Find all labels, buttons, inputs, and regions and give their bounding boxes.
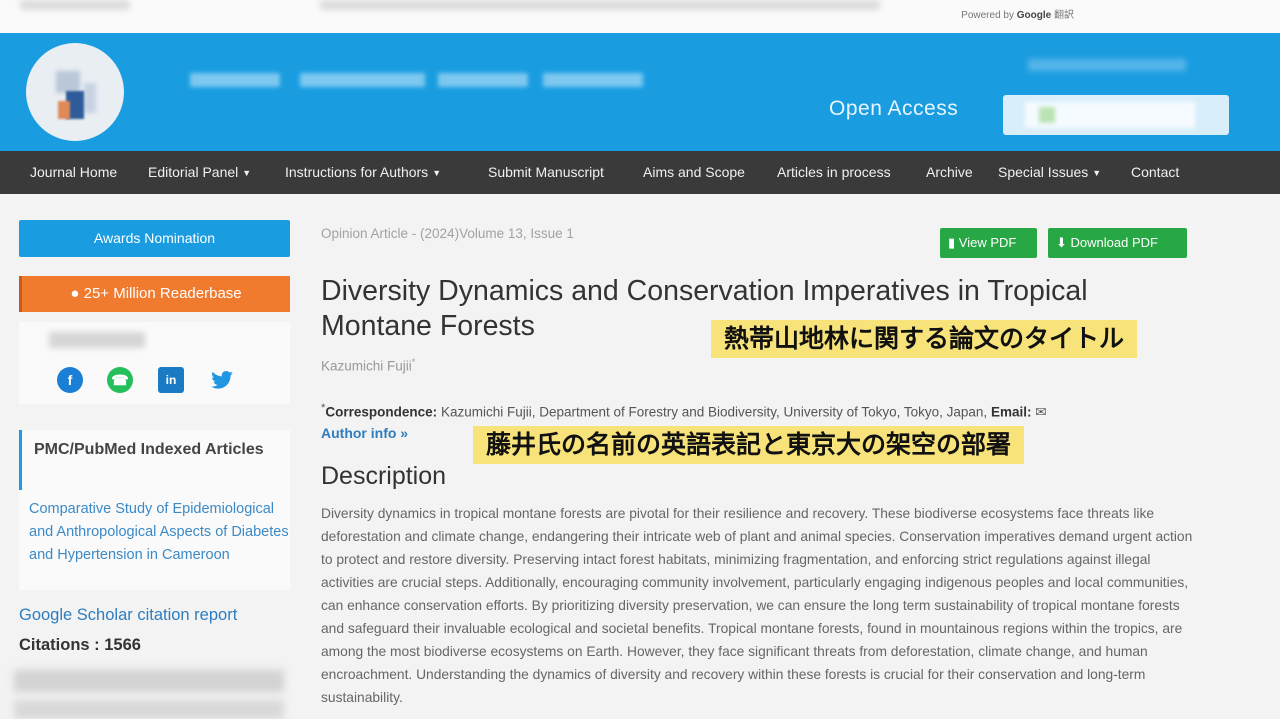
twitter-icon[interactable] — [209, 367, 235, 393]
caption-author-overlay: 藤井氏の名前の英語表記と東京大の架空の部署 — [473, 426, 1025, 464]
blurred-header-text — [1028, 59, 1186, 71]
nav-articles-in-process[interactable]: Articles in process — [777, 164, 891, 180]
caption-title-overlay: 熱帯山地林に関する論文のタイトル — [711, 320, 1138, 358]
users-icon: ● — [70, 285, 80, 302]
correspondence: *Correspondence: Kazumichi Fujii, Depart… — [321, 402, 1047, 420]
nav-aims-and-scope[interactable]: Aims and Scope — [643, 164, 745, 180]
nav-journal-home[interactable]: Journal Home — [30, 164, 117, 180]
blurred-sidebar-content — [14, 700, 284, 719]
google-translate-credit[interactable]: Powered by Google 翻訳 — [961, 6, 1074, 21]
citations-count: Citations : 1566 — [19, 636, 141, 654]
header-widget[interactable] — [1003, 95, 1229, 135]
blurred-journal-title — [543, 73, 643, 87]
caret-down-icon: ▼ — [242, 168, 252, 178]
google-scholar-link[interactable]: Google Scholar citation report — [19, 606, 237, 625]
nav-special-issues[interactable]: Special Issues ▼ — [998, 164, 1101, 180]
envelope-icon[interactable]: ✉ — [1035, 405, 1046, 420]
pmc-indexed-card: PMC/PubMed Indexed Articles Comparative … — [19, 430, 290, 590]
caret-down-icon: ▼ — [432, 168, 442, 178]
author-info-link[interactable]: Author info » — [321, 425, 408, 441]
file-icon: ▮ — [948, 235, 956, 250]
view-pdf-button[interactable]: ▮ View PDF — [940, 228, 1037, 258]
awards-nomination-button[interactable]: Awards Nomination — [19, 220, 290, 257]
download-icon: ⬇ — [1056, 235, 1067, 250]
article-meta: Opinion Article - (2024)Volume 13, Issue… — [321, 226, 574, 241]
pmc-article-link[interactable]: Comparative Study of Epidemiological and… — [29, 498, 291, 567]
blurred-sidebar-content — [14, 670, 284, 692]
nav-editorial-panel[interactable]: Editorial Panel ▼ — [148, 164, 251, 180]
download-pdf-button[interactable]: ⬇ Download PDF — [1048, 228, 1187, 258]
whatsapp-icon[interactable]: ☎ — [107, 367, 133, 393]
facebook-icon[interactable]: f — [57, 367, 83, 393]
blurred-top-text — [320, 0, 880, 10]
social-share-card: f ☎ in — [19, 322, 290, 404]
caret-down-icon: ▼ — [1092, 168, 1102, 178]
blurred-journal-title — [190, 73, 280, 87]
description-heading: Description — [321, 462, 447, 490]
top-strip: Powered by Google 翻訳 — [0, 0, 1280, 33]
linkedin-icon[interactable]: in — [158, 367, 184, 393]
readerbase-button[interactable]: ● 25+ Million Readerbase — [19, 276, 290, 312]
open-access-label: Open Access — [829, 97, 959, 120]
author-name[interactable]: Kazumichi Fujii* — [321, 357, 415, 374]
description-text: Diversity dynamics in tropical montane f… — [321, 506, 1193, 705]
pmc-title: PMC/PubMed Indexed Articles — [34, 441, 264, 458]
blurred-journal-title — [300, 73, 425, 87]
blurred-text — [49, 332, 145, 348]
nav-submit-manuscript[interactable]: Submit Manuscript — [488, 164, 604, 180]
site-header: Open Access — [0, 33, 1280, 151]
journal-logo[interactable] — [26, 43, 124, 141]
nav-contact[interactable]: Contact — [1131, 164, 1179, 180]
blurred-top-text — [20, 0, 130, 10]
blurred-journal-title — [438, 73, 528, 87]
main-nav: Journal Home Editorial Panel ▼ Instructio… — [0, 151, 1280, 194]
nav-instructions-for-authors[interactable]: Instructions for Authors ▼ — [285, 164, 441, 180]
nav-archive[interactable]: Archive — [926, 164, 973, 180]
